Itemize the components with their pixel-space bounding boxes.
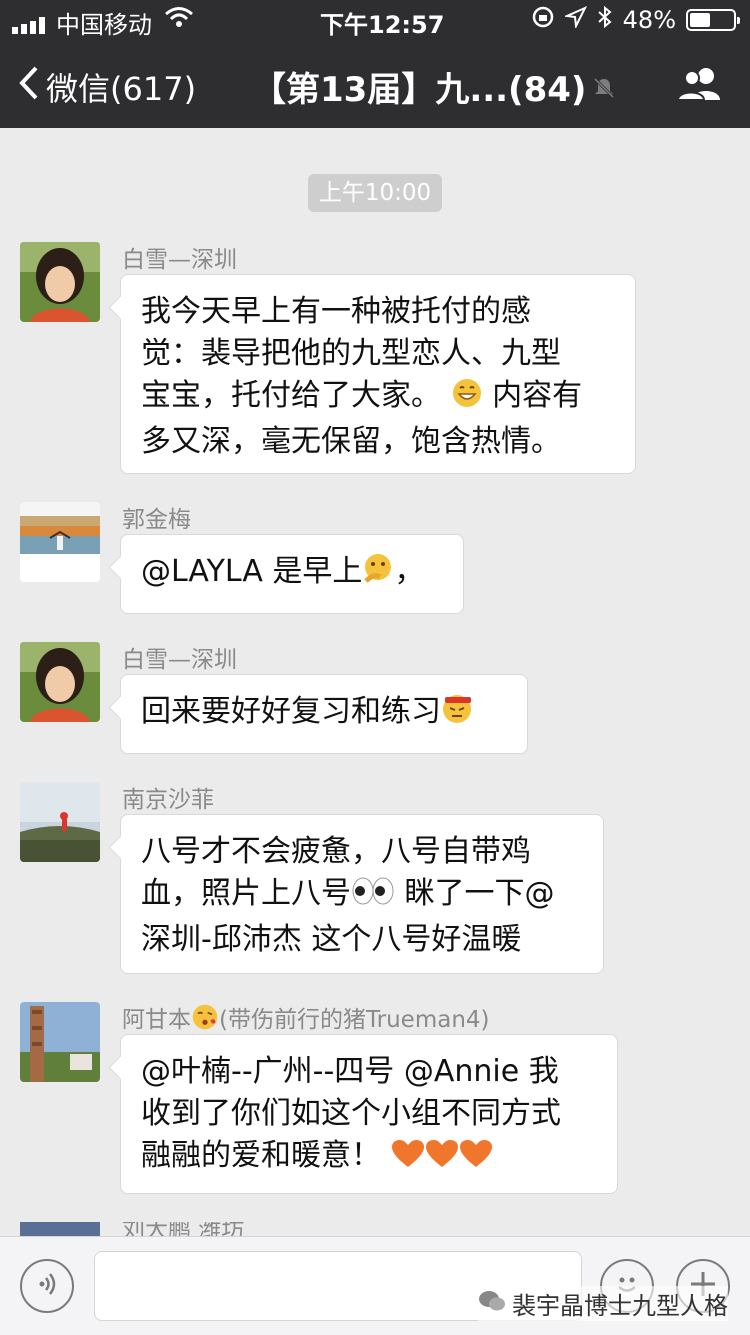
location-icon: [562, 5, 587, 34]
sender-name: 南京沙菲: [122, 787, 214, 813]
bluetooth-icon: [597, 5, 613, 35]
status-time: 下午12:57: [320, 11, 445, 39]
back-button[interactable]: 微信(617): [18, 64, 196, 110]
orange-heart-icon: [459, 1139, 493, 1181]
message-text: 内容有: [492, 378, 583, 413]
message-text: 血，照片上八号: [141, 876, 351, 911]
message-line: @叶楠--广州--四号 @Annie 我: [141, 1054, 559, 1089]
battery-percent: 48%: [622, 6, 676, 34]
voice-icon: [34, 1271, 60, 1301]
orange-heart-icon: [391, 1139, 425, 1181]
wechat-icon: [478, 1289, 506, 1319]
sender-name: 刘大鹏 潍坊: [122, 1222, 245, 1236]
avatar[interactable]: [20, 242, 100, 322]
message-line: 血，照片上八号 眯了一下@: [141, 873, 583, 919]
chat-title: 【第13届】九...(84): [252, 70, 587, 110]
determined-emoji-icon: [441, 693, 475, 737]
message-line: 我今天早上有一种被托付的感: [141, 294, 531, 329]
message-bubble[interactable]: 我今天早上有一种被托付的感 觉：裴导把他的九型恋人、九型 宝宝，托付给了大家。 …: [120, 274, 636, 474]
status-bar: 中国移动 下午12:57 48%: [0, 0, 750, 40]
watermark-text: 裴宇晶博士九型人格: [512, 1292, 728, 1320]
orange-heart-icon: [425, 1139, 459, 1181]
sender-name-part: (带伤前行的猪Trueman4): [219, 1007, 490, 1033]
carrier-name: 中国移动: [56, 11, 152, 39]
watermark: 裴宇晶博士九型人格: [478, 1286, 728, 1321]
grinning-emoji-icon: [451, 377, 483, 421]
message-line: 觉：裴导把他的九型恋人、九型: [141, 336, 561, 371]
message-text: 回来要好好复习和练习: [141, 694, 441, 729]
wifi-icon: [164, 6, 194, 34]
thinking-emoji-icon: [362, 553, 394, 597]
message-line: 八号才不会疲惫，八号自带鸡: [141, 834, 531, 869]
message-line: 融融的爱和暖意！: [141, 1135, 597, 1181]
time-divider: 上午10:00: [308, 174, 442, 212]
message-bubble[interactable]: 八号才不会疲惫，八号自带鸡 血，照片上八号 眯了一下@ 深圳-邱沛杰 这个八号好…: [120, 814, 604, 974]
battery-icon: [686, 9, 740, 31]
message-line: 宝宝，托付给了大家。 内容有: [141, 375, 615, 421]
message-line: 多又深，毫无保留，饱含热情。: [141, 424, 561, 459]
sender-name: 白雪—深圳: [122, 247, 237, 273]
kissing-emoji-icon: [191, 1003, 219, 1037]
avatar[interactable]: [20, 502, 100, 582]
back-chevron-icon: [18, 65, 40, 109]
message-line: 收到了你们如这个小组不同方式: [141, 1096, 561, 1131]
message-text: 眯了一下@: [395, 876, 555, 911]
sender-name-part: 阿甘本: [122, 1007, 191, 1033]
status-right: 48%: [531, 5, 740, 35]
eyes-emoji-icon: [351, 875, 395, 919]
chat-header: 微信(617) 【第13届】九...(84): [0, 40, 750, 128]
message-bubble[interactable]: @叶楠--广州--四号 @Annie 我 收到了你们如这个小组不同方式 融融的爱…: [120, 1034, 618, 1194]
message-text: @LAYLA 是早上: [141, 554, 363, 589]
message-text: ，: [394, 554, 425, 589]
sender-name: 阿甘本 (带伤前行的猪Trueman4): [122, 1000, 490, 1037]
avatar[interactable]: [20, 642, 100, 722]
message-text: 宝宝，托付给了大家。: [141, 378, 441, 413]
message-text: 融融的爱和暖意！: [141, 1138, 381, 1173]
partial-message: 刘大鹏 潍坊: [0, 1222, 750, 1236]
voice-button[interactable]: [20, 1259, 74, 1313]
back-label: 微信(617): [46, 70, 197, 108]
group-members-icon[interactable]: [676, 66, 724, 106]
avatar[interactable]: [20, 1222, 100, 1236]
message-line: 深圳-邱沛杰 这个八号好温暖: [141, 922, 522, 957]
sender-name: 郭金梅: [122, 507, 191, 533]
lock-rotation-icon: [531, 5, 555, 35]
mute-icon: [592, 76, 616, 104]
avatar[interactable]: [20, 1002, 100, 1082]
message-bubble[interactable]: 回来要好好复习和练习: [120, 674, 528, 754]
sender-name: 白雪—深圳: [122, 647, 237, 673]
avatar[interactable]: [20, 782, 100, 862]
message-bubble[interactable]: @LAYLA 是早上 ，: [120, 534, 464, 614]
signal-icon: [12, 12, 50, 40]
